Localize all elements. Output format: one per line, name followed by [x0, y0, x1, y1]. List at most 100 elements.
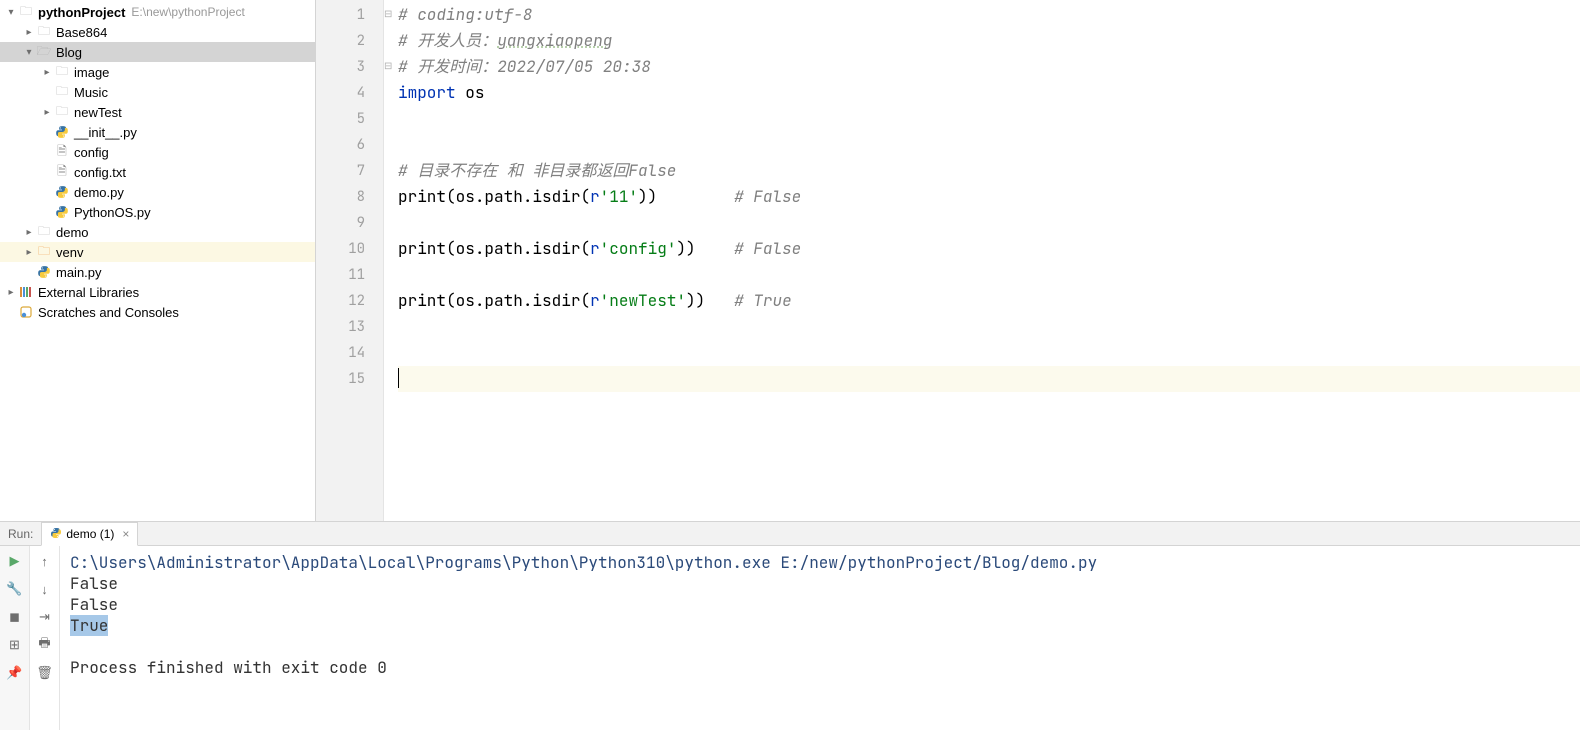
- up-arrow-icon[interactable]: ↑: [36, 552, 54, 570]
- tree-item[interactable]: ▸🗀Base864: [0, 22, 315, 42]
- folder-icon: 🗀: [54, 84, 70, 100]
- code-line[interactable]: [398, 314, 1580, 340]
- line-number: 8: [316, 184, 383, 210]
- code-line[interactable]: # 开发时间：2022/07/05 20:38: [398, 54, 1580, 80]
- fold-marker[interactable]: [384, 262, 398, 288]
- main-split: ▾ 🗀 pythonProject E:\new\pythonProject ▸…: [0, 0, 1580, 521]
- project-tree[interactable]: ▾ 🗀 pythonProject E:\new\pythonProject ▸…: [0, 0, 316, 521]
- fold-marker[interactable]: [384, 314, 398, 340]
- tree-item-label: Music: [74, 85, 108, 100]
- editor-code-area[interactable]: # coding:utf-8# 开发人员：yangxiaopeng# 开发时间：…: [398, 0, 1580, 521]
- console-line: False: [70, 573, 118, 594]
- run-tab[interactable]: demo (1) ×: [41, 522, 138, 546]
- tree-item[interactable]: ▸🗀 demo: [0, 222, 315, 242]
- fold-marker[interactable]: [384, 28, 398, 54]
- tree-item[interactable]: ▾🗁Blog: [0, 42, 315, 62]
- code-line[interactable]: [398, 366, 1580, 392]
- tree-item-label: config.txt: [74, 165, 126, 180]
- fold-marker[interactable]: [384, 106, 398, 132]
- run-tabs-bar: Run: demo (1) ×: [0, 522, 1580, 546]
- chevron-right-icon[interactable]: ▸: [22, 27, 36, 38]
- project-path: E:\new\pythonProject: [131, 5, 244, 19]
- editor-gutter: 123456789101112131415: [316, 0, 384, 521]
- fold-marker[interactable]: [384, 210, 398, 236]
- line-number: 12: [316, 288, 383, 314]
- code-line[interactable]: print(os.path.isdir(r'config')) # False: [398, 236, 1580, 262]
- tree-item[interactable]: 🗀 Music: [0, 82, 315, 102]
- folder-icon: 🗀: [18, 4, 34, 20]
- fold-marker[interactable]: [384, 184, 398, 210]
- tree-item[interactable]: PythonOS.py: [0, 202, 315, 222]
- python-icon: [50, 527, 62, 542]
- chevron-right-icon[interactable]: ▸: [22, 227, 36, 238]
- editor-fold-column[interactable]: ⊟⊟: [384, 0, 398, 521]
- fold-marker[interactable]: [384, 158, 398, 184]
- scratches-and-consoles[interactable]: Scratches and Consoles: [0, 302, 315, 322]
- code-line[interactable]: print(os.path.isdir(r'newTest')) # True: [398, 288, 1580, 314]
- tree-item-label: main.py: [56, 265, 102, 280]
- chevron-down-icon[interactable]: ▾: [4, 7, 18, 18]
- tree-item[interactable]: main.py: [0, 262, 315, 282]
- tree-item[interactable]: 🗎config: [0, 142, 315, 162]
- pin-icon[interactable]: 📌: [6, 664, 24, 682]
- code-line[interactable]: [398, 262, 1580, 288]
- project-root[interactable]: ▾ 🗀 pythonProject E:\new\pythonProject: [0, 2, 315, 22]
- tree-item-label: config: [74, 145, 109, 160]
- chevron-down-icon[interactable]: ▾: [22, 47, 36, 58]
- tree-item-label: demo: [56, 225, 89, 240]
- external-libraries[interactable]: ▸ External Libraries: [0, 282, 315, 302]
- folder-icon: 🗀: [36, 224, 52, 240]
- chevron-right-icon[interactable]: ▸: [4, 287, 18, 298]
- line-number: 4: [316, 80, 383, 106]
- tree-item[interactable]: 🗎 config.txt: [0, 162, 315, 182]
- line-number: 9: [316, 210, 383, 236]
- rerun-button[interactable]: ▶: [6, 552, 24, 570]
- fold-marker[interactable]: [384, 288, 398, 314]
- code-line[interactable]: [398, 210, 1580, 236]
- code-line[interactable]: # 目录不存在 和 非目录都返回False: [398, 158, 1580, 184]
- down-arrow-icon[interactable]: ↓: [36, 580, 54, 598]
- code-line[interactable]: import os: [398, 80, 1580, 106]
- line-number: 14: [316, 340, 383, 366]
- python-file-icon: [36, 264, 52, 280]
- run-tab-label: demo (1): [66, 527, 114, 541]
- tree-item[interactable]: ▸🗀image: [0, 62, 315, 82]
- fold-marker[interactable]: [384, 366, 398, 392]
- stop-button[interactable]: ◼: [6, 608, 24, 626]
- tree-item[interactable]: ▸🗀venv: [0, 242, 315, 262]
- console-command: C:\Users\Administrator\AppData\Local\Pro…: [70, 552, 1097, 573]
- console-exit: Process finished with exit code 0: [70, 657, 387, 678]
- code-editor[interactable]: 123456789101112131415 ⊟⊟ # coding:utf-8#…: [316, 0, 1580, 521]
- run-left-toolbar: ▶ 🔧 ◼ ⊞ 📌: [0, 546, 30, 730]
- code-line[interactable]: [398, 106, 1580, 132]
- fold-marker[interactable]: [384, 80, 398, 106]
- chevron-right-icon[interactable]: ▸: [40, 107, 54, 118]
- python-file-icon: [54, 204, 70, 220]
- chevron-right-icon[interactable]: ▸: [40, 67, 54, 78]
- close-icon[interactable]: ×: [122, 527, 129, 541]
- fold-marker[interactable]: ⊟: [384, 2, 398, 28]
- fold-marker[interactable]: ⊟: [384, 54, 398, 80]
- text-file-icon: 🗎: [54, 164, 70, 180]
- trash-icon[interactable]: 🗑: [36, 664, 54, 682]
- fold-marker[interactable]: [384, 132, 398, 158]
- tree-item-label: image: [74, 65, 109, 80]
- code-line[interactable]: [398, 340, 1580, 366]
- layout-icon[interactable]: ⊞: [6, 636, 24, 654]
- tree-item[interactable]: __init__.py: [0, 122, 315, 142]
- fold-marker[interactable]: [384, 340, 398, 366]
- code-line[interactable]: [398, 132, 1580, 158]
- chevron-right-icon[interactable]: ▸: [22, 247, 36, 258]
- code-line[interactable]: # coding:utf-8: [398, 2, 1580, 28]
- print-icon[interactable]: 🖶: [36, 636, 54, 654]
- tree-item-label: Blog: [56, 45, 82, 60]
- fold-marker[interactable]: [384, 236, 398, 262]
- wrench-icon[interactable]: 🔧: [6, 580, 24, 598]
- tree-item[interactable]: demo.py: [0, 182, 315, 202]
- code-line[interactable]: # 开发人员：yangxiaopeng: [398, 28, 1580, 54]
- code-line[interactable]: print(os.path.isdir(r'11')) # False: [398, 184, 1580, 210]
- tree-item-label: __init__.py: [74, 125, 137, 140]
- console-output[interactable]: C:\Users\Administrator\AppData\Local\Pro…: [60, 546, 1580, 730]
- soft-wrap-icon[interactable]: ⇥: [36, 608, 54, 626]
- tree-item[interactable]: ▸🗀newTest: [0, 102, 315, 122]
